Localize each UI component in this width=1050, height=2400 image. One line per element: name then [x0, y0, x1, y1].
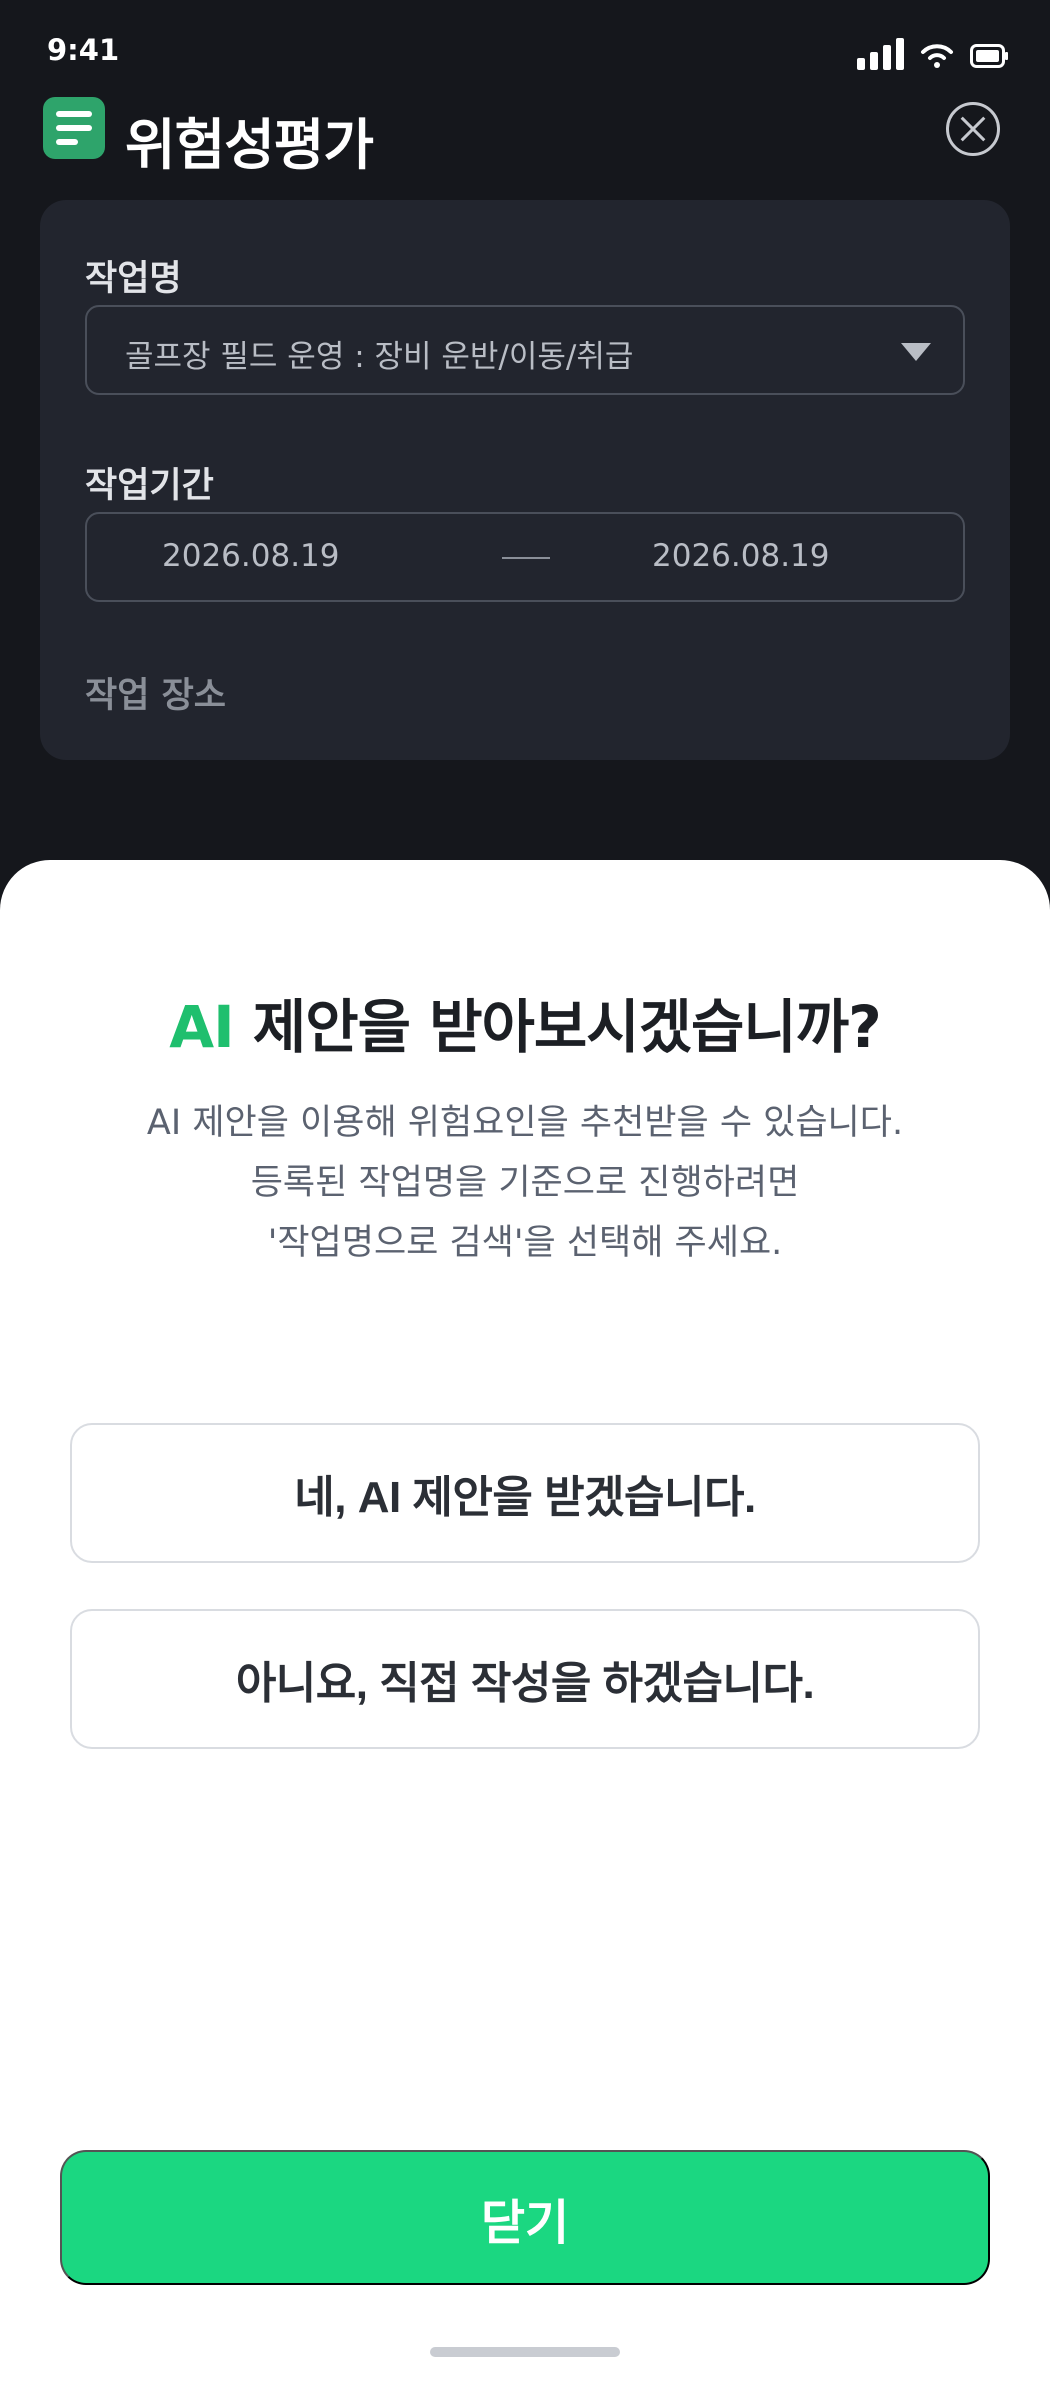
close-icon[interactable]: [946, 102, 1000, 156]
sheet-title: AI 제안을 받아보시겠습니까?: [0, 980, 1050, 1064]
sheet-description: AI 제안을 이용해 위험요인을 추천받을 수 있습니다. 등록된 작업명을 기…: [0, 1093, 1050, 1273]
date-range-dash: [502, 557, 550, 559]
sheet-title-accent: AI: [169, 993, 234, 1061]
period-end-input[interactable]: 2026.08.19: [652, 538, 830, 574]
wifi-icon: [921, 44, 953, 68]
screen: 9:41 위험성평가 작업명 골프장 필드 운영: 장비 운반/이동/취급 작…: [0, 0, 1050, 2400]
period-field: 2026.08.19 2026.08.19: [85, 512, 965, 602]
signal-icon: [857, 38, 904, 70]
period-start-input[interactable]: 2026.08.19: [162, 538, 340, 574]
sheet-description-line: '작업명으로 검색'을 선택해 주세요.: [267, 1223, 783, 1263]
form-card: 작업명 골프장 필드 운영 : 장비 운반/이동/취급 작업기간 2026.08…: [40, 200, 1010, 760]
status-bar: 9:41: [0, 0, 1050, 90]
status-time: 9:41: [47, 33, 120, 67]
ai-suggestion-sheet: AI 제안을 받아보시겠습니까? AI 제안을 이용해 위험요인을 추천받을 수…: [0, 860, 1050, 2400]
document-icon: [43, 97, 105, 159]
task-name-label: 작업명: [85, 259, 182, 299]
dropdown-arrow-icon: [901, 343, 931, 361]
accept-ai-button[interactable]: 네, AI 제안을 받겠습니다.: [70, 1423, 980, 1563]
period-label: 작업기간: [85, 466, 214, 506]
task-name-value: 골프장 필드 운영 : 장비 운반/이동/취급: [125, 339, 634, 375]
page-title: 위험성평가: [125, 113, 374, 177]
close-button[interactable]: 닫기: [60, 2150, 990, 2285]
app-header: 위험성평가: [0, 90, 1050, 200]
sheet-description-line: AI 제안을 이용해 위험요인을 추천받을 수 있습니다.: [146, 1103, 904, 1143]
sheet-description-line: 등록된 작업명을 기준으로 진행하려면: [250, 1163, 800, 1203]
location-label: 작업 장소: [85, 676, 226, 716]
sheet-title-rest: 제안을 받아보시겠습니까?: [233, 993, 882, 1061]
task-name-select[interactable]: 골프장 필드 운영 : 장비 운반/이동/취급: [85, 305, 965, 395]
battery-icon: [970, 44, 1008, 68]
home-indicator: [430, 2347, 620, 2357]
manual-write-button[interactable]: 아니요, 직접 작성을 하겠습니다.: [70, 1609, 980, 1749]
status-icons: [857, 34, 1010, 70]
